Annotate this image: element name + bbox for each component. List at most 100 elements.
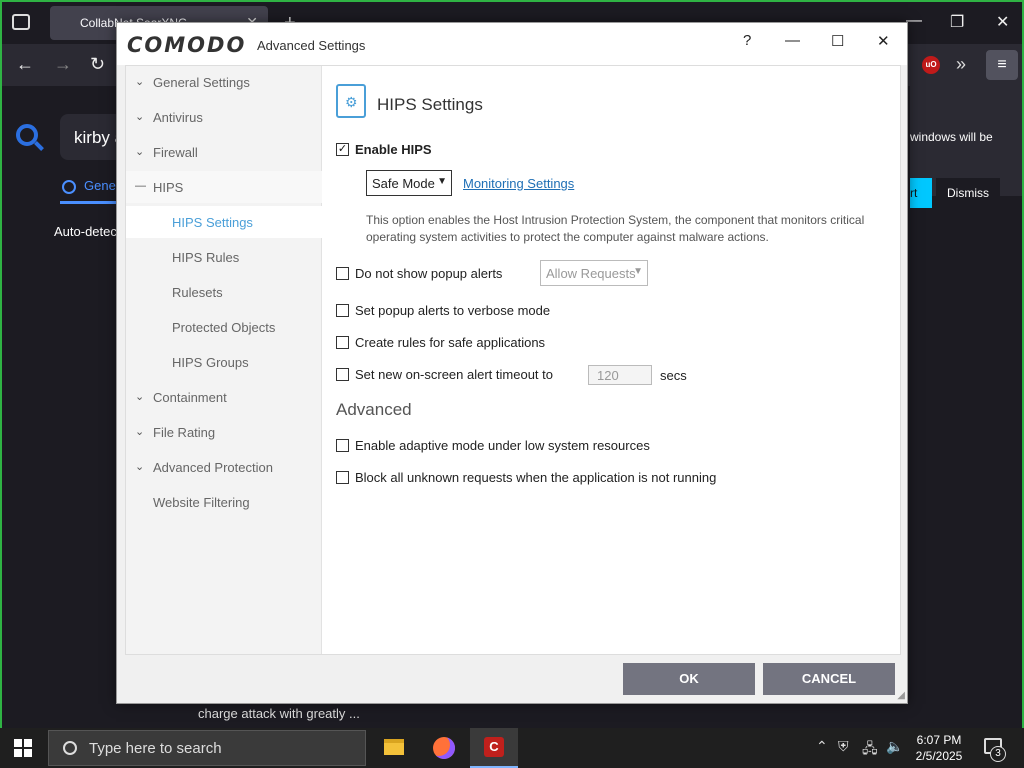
resize-grip-icon[interactable]: ◢ xyxy=(897,690,905,701)
checkbox-icon xyxy=(336,336,349,349)
hips-settings-panel: ⚙ HIPS Settings ✓ Enable HIPS Safe Mode … xyxy=(322,66,900,654)
advanced-settings-dialog: COMODO Advanced Settings ? — ☐ ✕ ⌄ Gener… xyxy=(116,22,908,704)
search-icon xyxy=(62,180,76,194)
notification-text: windows will be xyxy=(910,130,993,144)
sidebar-item-file-rating[interactable]: ⌄ File Rating xyxy=(126,416,322,448)
windows-start-icon[interactable] xyxy=(14,739,32,757)
sidebar-item-label: General Settings xyxy=(153,75,250,90)
search-icon xyxy=(63,741,77,755)
sidebar-item-label: Advanced Protection xyxy=(153,460,273,475)
sidebar-item-hips-groups[interactable]: HIPS Groups xyxy=(126,346,322,378)
mode-select-value: Safe Mode xyxy=(372,176,435,191)
window-minimize-icon[interactable]: — xyxy=(906,12,922,30)
checkbox-label: Block all unknown requests when the appl… xyxy=(355,470,717,485)
hips-description: This option enables the Host Intrusion P… xyxy=(366,213,865,244)
comodo-logo: COMODO xyxy=(127,33,247,57)
notification-panel: windows will be rt Dismiss xyxy=(910,86,1022,208)
chevron-down-icon: ⌄ xyxy=(135,461,145,473)
chevron-down-icon: ⌄ xyxy=(135,76,145,88)
clock-date: 2/5/2025 xyxy=(915,749,963,763)
comodo-app[interactable]: C xyxy=(470,728,518,768)
checkbox-label: Do not show popup alerts xyxy=(355,266,503,281)
folder-icon xyxy=(384,739,404,755)
checkbox-icon xyxy=(336,368,349,381)
dialog-title: Advanced Settings xyxy=(257,38,366,53)
help-icon[interactable]: ? xyxy=(743,32,751,49)
reload-icon[interactable]: ↻ xyxy=(90,54,105,75)
firefox-icon xyxy=(433,737,455,759)
tab-general-label: Gener xyxy=(84,178,121,193)
firefox-app[interactable] xyxy=(420,728,468,768)
timeout-unit: secs xyxy=(660,368,687,383)
overflow-icon[interactable]: » xyxy=(956,54,966,75)
monitoring-settings-link[interactable]: Monitoring Settings xyxy=(463,176,574,191)
comodo-icon: C xyxy=(484,737,504,757)
chevron-down-icon: ⌄ xyxy=(135,111,145,123)
sidebar-item-label: HIPS xyxy=(153,180,184,195)
page-title: HIPS Settings xyxy=(377,95,483,114)
sidebar-item-hips-settings[interactable]: HIPS Settings xyxy=(126,206,322,238)
tab-general[interactable]: Gener xyxy=(60,178,120,204)
sidebar-item-containment[interactable]: ⌄ Containment xyxy=(126,381,322,413)
sidebar-item-label: Firewall xyxy=(153,145,198,160)
sidebar-item-protected-objects[interactable]: Protected Objects xyxy=(126,311,322,343)
clock-time: 6:07 PM xyxy=(916,733,962,747)
dialog-body: ⌄ General Settings ⌄ Antivirus ⌄ Firewal… xyxy=(125,65,901,655)
sidebar-item-label: Website Filtering xyxy=(153,495,250,510)
ok-button[interactable]: OK xyxy=(623,663,755,695)
settings-sidebar: ⌄ General Settings ⌄ Antivirus ⌄ Firewal… xyxy=(126,66,322,654)
sidebar-item-general-settings[interactable]: ⌄ General Settings xyxy=(126,66,322,98)
cancel-button[interactable]: CANCEL xyxy=(763,663,895,695)
maximize-icon[interactable]: ☐ xyxy=(831,32,844,50)
network-icon[interactable]: 🖧 xyxy=(862,738,878,762)
chevron-down-icon: ⌄ xyxy=(135,391,145,403)
sidebar-item-website-filtering[interactable]: Website Filtering xyxy=(126,486,322,518)
sidebar-item-hips-rules[interactable]: HIPS Rules xyxy=(126,241,322,273)
file-explorer-app[interactable] xyxy=(370,728,418,768)
sidebar-item-advanced-protection[interactable]: ⌄ Advanced Protection xyxy=(126,451,322,483)
taskbar-search-input[interactable]: Type here to search xyxy=(48,730,366,766)
alert-timeout-input[interactable]: 120 xyxy=(588,365,652,385)
taskbar-search-placeholder: Type here to search xyxy=(89,740,222,757)
dropdown-arrow-icon: ▼ xyxy=(437,176,447,187)
result-snippet: charge attack with greatly ... xyxy=(198,706,360,721)
back-icon[interactable]: ← xyxy=(16,54,34,75)
sidebar-item-antivirus[interactable]: ⌄ Antivirus xyxy=(126,101,322,133)
checkbox-icon xyxy=(336,267,349,280)
tab-list-icon[interactable] xyxy=(12,14,30,30)
menu-icon[interactable]: ≡ xyxy=(986,50,1018,80)
checkbox-label: Set popup alerts to verbose mode xyxy=(355,303,551,318)
dialog-footer: OK CANCEL ◢ xyxy=(117,655,907,703)
chevron-down-icon: ⌄ xyxy=(135,146,145,158)
window-restore-icon[interactable]: ❐ xyxy=(950,12,964,32)
window-close-icon[interactable]: ✕ xyxy=(996,12,1009,32)
volume-icon[interactable]: 🔈 xyxy=(886,738,903,755)
checkbox-label: Set new on-screen alert timeout to xyxy=(355,367,553,382)
checkbox-icon xyxy=(336,304,349,317)
sidebar-item-firewall[interactable]: ⌄ Firewall xyxy=(126,136,322,168)
collapse-icon: — xyxy=(135,180,146,192)
checkbox-checked-icon: ✓ xyxy=(336,143,349,156)
notification-start-button[interactable]: rt xyxy=(910,178,932,208)
close-icon[interactable]: ✕ xyxy=(877,32,890,50)
sidebar-item-rulesets[interactable]: Rulesets xyxy=(126,276,322,308)
autodetect-label: Auto-detec xyxy=(54,224,117,239)
ublock-icon[interactable]: uO xyxy=(922,56,940,74)
checkbox-label: Create rules for safe applications xyxy=(355,335,546,350)
sidebar-item-label: Containment xyxy=(153,390,227,405)
checkbox-icon xyxy=(336,471,349,484)
minimize-icon[interactable]: — xyxy=(785,32,800,49)
advanced-heading: Advanced xyxy=(336,400,412,419)
dropdown-arrow-icon: ▼ xyxy=(633,266,643,277)
sidebar-item-hips[interactable]: — HIPS xyxy=(126,171,322,203)
chevron-up-icon[interactable]: ⌃ xyxy=(816,738,828,755)
taskbar: Type here to search C ⌃ ⛨ 🖧 🔈 6:07 PM 2/… xyxy=(0,728,1024,768)
checkbox-label: Enable adaptive mode under low system re… xyxy=(355,438,650,453)
system-clock[interactable]: 6:07 PM 2/5/2025 xyxy=(908,732,970,764)
security-tray-icon[interactable]: ⛨ xyxy=(838,738,849,755)
hips-shield-icon: ⚙ xyxy=(336,84,366,118)
mode-select[interactable]: Safe Mode ▼ xyxy=(366,170,452,196)
popup-action-select[interactable]: Allow Requests ▼ xyxy=(540,260,648,286)
notification-dismiss-button[interactable]: Dismiss xyxy=(936,178,1000,208)
forward-icon[interactable]: → xyxy=(54,54,72,75)
